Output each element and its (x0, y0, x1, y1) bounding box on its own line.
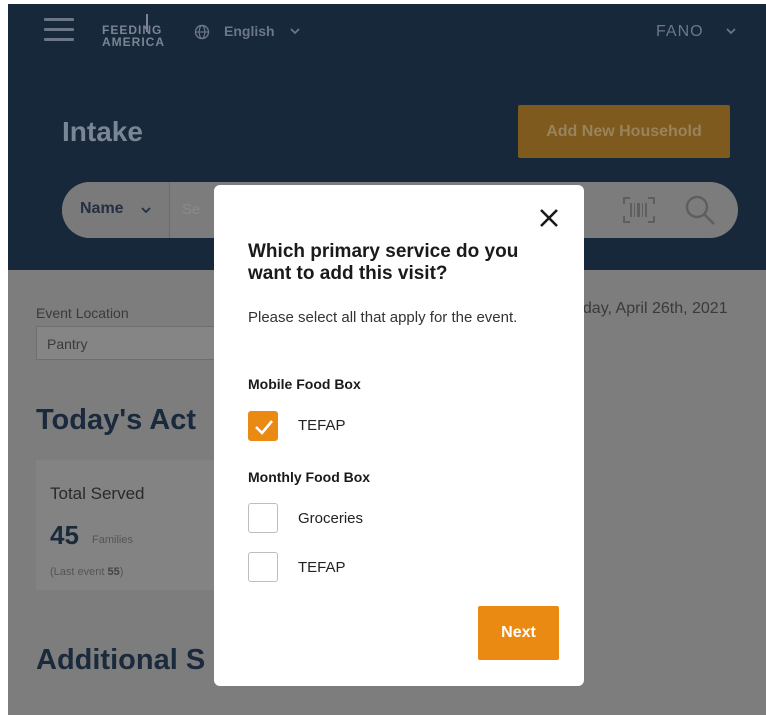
add-new-household-button[interactable]: Add New Household (518, 105, 730, 158)
search-input[interactable]: Se (182, 201, 200, 218)
screen: FEEDING AMERICA English FANO Intake Add … (0, 0, 766, 715)
event-date: nday, April 26th, 2021 (574, 300, 728, 317)
service-select-modal: Which primary service do you want to add… (214, 185, 584, 686)
last-event-value: 55 (107, 566, 120, 578)
checkmark-icon (255, 420, 273, 435)
checkbox-monthly-tefap[interactable] (248, 552, 278, 582)
close-icon[interactable] (536, 205, 562, 231)
last-event-suffix: ) (119, 566, 124, 578)
app-frame: FEEDING AMERICA English FANO Intake Add … (8, 4, 766, 715)
total-served-card: Total Served 45 Families (Last event 55) (36, 460, 216, 590)
option-label-mobile-tefap[interactable]: TEFAP (298, 417, 346, 434)
last-event-prefix: (Last event (50, 566, 108, 578)
option-label-monthly-groceries[interactable]: Groceries (298, 510, 363, 527)
search-filter-label: Name (80, 200, 124, 217)
page-title: Intake (62, 116, 143, 147)
last-event-info: (Last event 55) (50, 566, 123, 578)
feeding-america-logo: FEEDING AMERICA (102, 10, 174, 48)
chevron-down-icon (141, 207, 151, 214)
total-served-unit: Families (92, 534, 133, 546)
total-served-value: 45 (50, 520, 79, 550)
chevron-down-icon[interactable] (724, 24, 738, 38)
language-selector[interactable]: English (224, 23, 275, 39)
todays-activity-heading: Today's Act (36, 404, 196, 436)
chevron-down-icon[interactable] (288, 24, 302, 38)
event-location-value: Pantry (47, 336, 88, 352)
additional-services-heading: Additional S (36, 644, 206, 676)
modal-title: Which primary service do you want to add… (248, 241, 519, 284)
globe-icon[interactable] (194, 24, 210, 40)
total-served-label: Total Served (50, 484, 145, 503)
barcode-scan-icon[interactable] (622, 196, 656, 224)
next-button[interactable]: Next (478, 606, 559, 660)
logo-line-2: AMERICA (102, 35, 165, 49)
checkbox-mobile-tefap[interactable] (248, 411, 278, 441)
search-icon[interactable] (684, 194, 718, 226)
section-heading-mobile-food-box: Mobile Food Box (248, 376, 361, 392)
section-heading-monthly-food-box: Monthly Food Box (248, 469, 371, 485)
event-location-select[interactable]: Pantry (36, 326, 236, 360)
modal-subtitle: Please select all that apply for the eve… (248, 309, 518, 326)
user-menu[interactable]: FANO (656, 23, 704, 41)
menu-icon[interactable] (44, 18, 74, 42)
option-label-monthly-tefap[interactable]: TEFAP (298, 559, 346, 576)
checkbox-monthly-groceries[interactable] (248, 503, 278, 533)
search-filter-select[interactable]: Name (62, 182, 170, 238)
event-location-label: Event Location (36, 305, 129, 321)
